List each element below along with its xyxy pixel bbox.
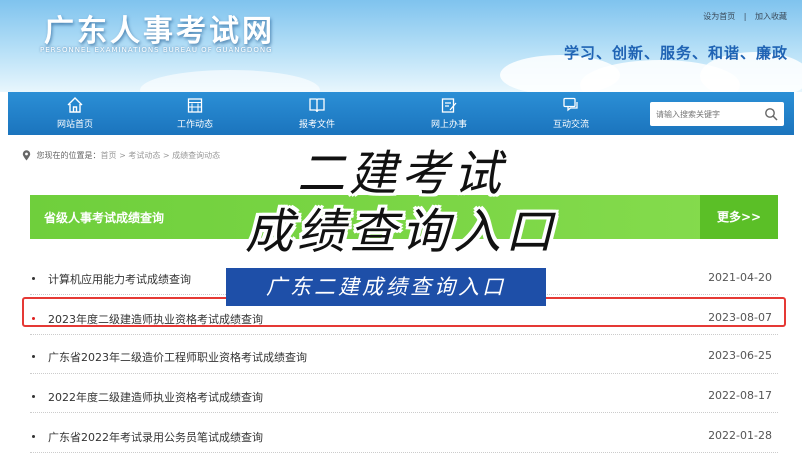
nav-item-work-news[interactable]: 工作动态 <box>150 92 240 135</box>
bullet-icon <box>32 355 35 358</box>
bullet-icon <box>32 395 35 398</box>
list-item-title[interactable]: 广东省2022年考试录用公务员笔试成绩查询 <box>48 429 263 445</box>
list-item-title[interactable]: 2022年度二级建造师执业资格考试成绩查询 <box>48 389 263 405</box>
top-links: 设为首页 | 加入收藏 <box>700 11 790 22</box>
bullet-icon <box>32 277 35 280</box>
divider <box>30 452 778 453</box>
site-logo-title[interactable]: 广东人事考试网 <box>44 6 275 50</box>
site-header: 广东人事考试网 PERSONNEL EXAMINATIONS BUREAU OF… <box>0 0 802 92</box>
chat-icon <box>563 97 578 112</box>
nav-item-label: 互动交流 <box>552 120 589 130</box>
add-favorite-link[interactable]: 加入收藏 <box>755 12 787 21</box>
top-links-divider: | <box>743 12 747 21</box>
overlay-banner: 广东二建成绩查询入口 <box>226 268 546 306</box>
divider <box>30 334 778 335</box>
nav-item-label: 网上办事 <box>430 120 467 130</box>
site-logo-subtitle: PERSONNEL EXAMINATIONS BUREAU OF GUANGDO… <box>40 46 273 54</box>
nav-item-label: 报考文件 <box>298 120 335 130</box>
list-item[interactable]: 广东省2022年考试录用公务员笔试成绩查询 2022-01-28 <box>32 426 776 448</box>
search-box <box>650 102 784 126</box>
search-input[interactable] <box>656 107 756 121</box>
edit-icon <box>441 98 457 113</box>
list-item-date: 2023-06-25 <box>708 349 772 362</box>
main-nav: 网站首页 工作动态 报考文件 网上办事 互动交流 <box>8 92 794 135</box>
list-item-title[interactable]: 广东省2023年二级造价工程师职业资格考试成绩查询 <box>48 349 307 365</box>
list-item-title[interactable]: 计算机应用能力考试成绩查询 <box>48 271 191 287</box>
nav-item-exam-documents[interactable]: 报考文件 <box>272 92 362 135</box>
set-homepage-link[interactable]: 设为首页 <box>703 12 735 21</box>
list-item[interactable]: 广东省2023年二级造价工程师职业资格考试成绩查询 2023-06-25 <box>32 346 776 368</box>
nav-item-interaction[interactable]: 互动交流 <box>526 92 616 135</box>
calendar-icon <box>187 98 203 113</box>
search-icon[interactable] <box>764 107 778 121</box>
list-item[interactable]: 2022年度二级建造师执业资格考试成绩查询 2022-08-17 <box>32 386 776 408</box>
nav-item-online-services[interactable]: 网上办事 <box>404 92 494 135</box>
list-item-date: 2022-08-17 <box>708 389 772 402</box>
nav-item-label: 工作动态 <box>176 120 213 130</box>
overlay-headline-2: 成绩查询入口 <box>244 204 557 260</box>
list-item-date: 2022-01-28 <box>708 429 772 442</box>
cloud-decoration <box>140 70 320 92</box>
divider <box>30 373 778 374</box>
nav-item-home[interactable]: 网站首页 <box>30 92 120 135</box>
overlay-headline-1: 二建考试 <box>296 146 505 202</box>
home-icon <box>67 97 83 113</box>
list-item-date: 2021-04-20 <box>708 271 772 284</box>
book-icon <box>309 98 325 113</box>
nav-item-label: 网站首页 <box>56 120 93 130</box>
divider <box>30 412 778 413</box>
site-slogan: 学习、创新、服务、和谐、廉政 <box>563 44 788 62</box>
bullet-icon <box>32 435 35 438</box>
